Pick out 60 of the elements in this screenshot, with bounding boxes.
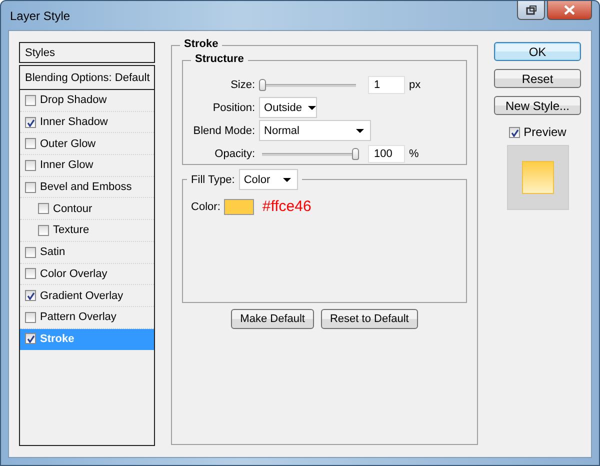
field-label: Position: bbox=[212, 102, 256, 114]
checkbox[interactable] bbox=[25, 94, 36, 106]
style-list-item[interactable]: Blending Options: Default bbox=[20, 66, 154, 90]
group-title: Structure bbox=[191, 53, 248, 65]
checkbox[interactable] bbox=[38, 224, 49, 236]
style-list-item[interactable]: Outer Glow bbox=[20, 133, 154, 156]
style-list-item[interactable]: Color Overlay bbox=[20, 264, 154, 286]
color-swatch[interactable] bbox=[224, 198, 254, 214]
checkbox[interactable] bbox=[508, 126, 520, 138]
checkbox[interactable] bbox=[25, 268, 36, 280]
checkbox[interactable] bbox=[25, 312, 36, 323]
field-label: Blend Mode: bbox=[192, 124, 256, 136]
dropdown[interactable]: Normal bbox=[259, 120, 372, 141]
style-list-item[interactable]: Gradient Overlay bbox=[20, 285, 154, 307]
unit-label: px bbox=[409, 78, 421, 90]
field-label: Opacity: bbox=[214, 148, 256, 160]
button[interactable]: Make Default bbox=[231, 309, 314, 329]
field-label: Color: bbox=[191, 200, 220, 212]
group-title: Stroke bbox=[180, 38, 222, 50]
dropdown[interactable]: Outside bbox=[259, 97, 318, 118]
style-list-item[interactable]: Drop Shadow bbox=[20, 90, 154, 112]
annotation: #ffce46 bbox=[262, 198, 312, 215]
checkbox[interactable] bbox=[25, 160, 36, 171]
button[interactable]: OK bbox=[494, 42, 581, 61]
slider-track[interactable] bbox=[259, 146, 360, 162]
checkbox[interactable] bbox=[25, 116, 36, 128]
checkbox[interactable] bbox=[25, 182, 36, 193]
style-list-item[interactable]: Texture bbox=[20, 220, 154, 242]
caret-icon bbox=[282, 178, 291, 182]
style-list-item[interactable]: Satin bbox=[20, 242, 154, 264]
field-label: Size: bbox=[230, 78, 256, 90]
checkbox-label: Preview bbox=[524, 125, 566, 139]
panel-header: Styles bbox=[19, 42, 156, 63]
style-list-item[interactable]: Contour bbox=[20, 198, 154, 220]
style-list-item[interactable]: Inner Shadow bbox=[20, 112, 154, 134]
style-list-item[interactable]: Inner Glow bbox=[20, 155, 154, 177]
input-field[interactable]: 1 bbox=[368, 76, 406, 94]
checkbox[interactable] bbox=[25, 333, 36, 344]
checkbox[interactable] bbox=[25, 138, 36, 150]
style-list-item[interactable]: Bevel and Emboss bbox=[20, 176, 154, 198]
button[interactable]: Reset to Default bbox=[320, 309, 418, 329]
checkbox[interactable] bbox=[25, 246, 36, 258]
button[interactable]: Reset bbox=[494, 69, 581, 88]
dropdown[interactable]: Color bbox=[238, 169, 298, 190]
close-icon bbox=[564, 5, 575, 15]
caret-icon bbox=[308, 106, 316, 110]
slider-thumb[interactable] bbox=[259, 78, 266, 90]
restore-icon bbox=[526, 5, 536, 15]
slider-thumb[interactable] bbox=[352, 148, 360, 160]
checkbox[interactable] bbox=[38, 203, 49, 214]
button[interactable]: New Style... bbox=[494, 96, 581, 115]
checkbox[interactable] bbox=[25, 290, 36, 302]
restore-button[interactable] bbox=[517, 1, 545, 20]
caret-icon bbox=[356, 128, 364, 132]
unit-label: % bbox=[409, 148, 419, 160]
window-title: Layer Style bbox=[10, 8, 70, 22]
preview-swatch bbox=[506, 145, 568, 210]
field-label: Fill Type: bbox=[191, 174, 235, 186]
close-button[interactable] bbox=[547, 1, 592, 20]
input-field[interactable]: 100 bbox=[368, 144, 406, 162]
